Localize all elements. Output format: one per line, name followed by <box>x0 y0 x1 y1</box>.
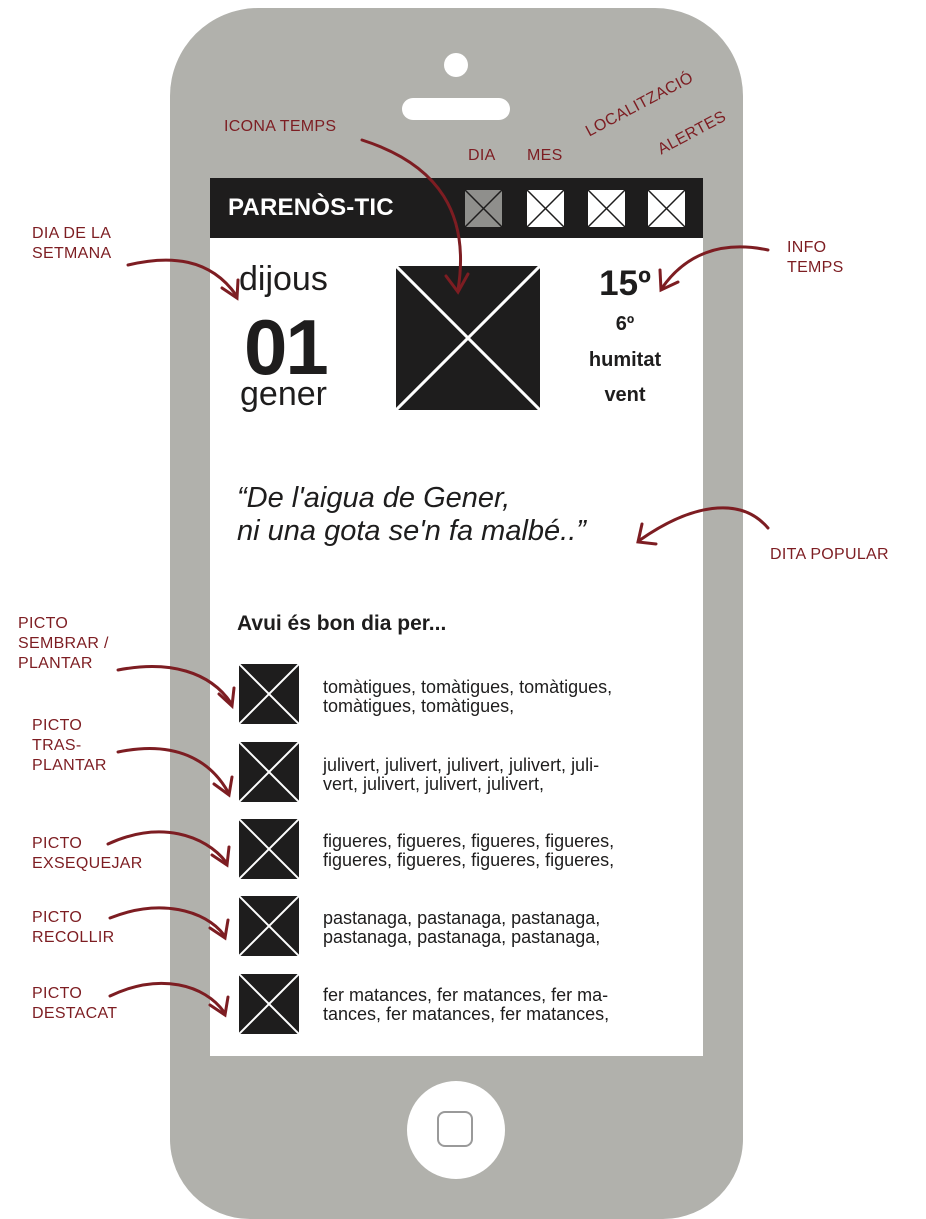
trasplantar-icon[interactable] <box>238 741 300 803</box>
annotation-picto-sembrar: PICTO SEMBRAR / PLANTAR <box>18 614 109 674</box>
list-item: figueres, figueres, figueres, figueres, … <box>323 832 693 870</box>
annotation-line: EXSEQUEJAR <box>32 855 143 872</box>
list-item: tomàtigues, tomàtigues, tomàtigues, tomà… <box>323 678 693 716</box>
placeholder-x-icon <box>525 188 566 229</box>
annotation-info-temps: INFO TEMPS <box>787 238 844 278</box>
list-item-line: julivert, julivert, julivert, julivert, … <box>323 755 600 775</box>
recollir-icon[interactable] <box>238 895 300 957</box>
list-item-line: tomàtigues, tomàtigues, tomàtigues, <box>323 677 613 697</box>
list-item: fer matances, fer matances, fer ma- tanc… <box>323 986 693 1024</box>
weekday-label: dijous <box>239 260 328 298</box>
annotation-picto-trasplantar: PICTO TRAS- PLANTAR <box>32 716 107 776</box>
localitzacio-button[interactable] <box>586 188 627 229</box>
list-item: julivert, julivert, julivert, julivert, … <box>323 756 693 794</box>
list-item-line: figueres, figueres, figueres, figueres, <box>323 850 615 870</box>
annotation-icona-temps: ICONA TEMPS <box>224 118 337 135</box>
placeholder-x-icon <box>463 188 504 229</box>
month-label: gener <box>240 375 327 413</box>
sembrar-plantar-icon[interactable] <box>238 663 300 725</box>
annotation-dia-setmana: DIA DE LA SETMANA <box>32 224 111 264</box>
temperature-min: 6º <box>615 313 635 335</box>
list-item-line: vert, julivert, julivert, julivert, <box>323 774 545 794</box>
annotation-line: PICTO <box>32 909 83 926</box>
annotation-line: SETMANA <box>32 245 112 262</box>
list-item: pastanaga, pastanaga, pastanaga, pastana… <box>323 909 693 947</box>
annotation-dia: DIA <box>468 147 496 164</box>
wind-label: vent <box>604 384 646 406</box>
destacat-icon[interactable] <box>238 973 300 1035</box>
annotation-mes: MES <box>527 147 563 164</box>
saying-line-2: ni una gota se'n fa malbé..” <box>237 515 586 547</box>
placeholder-x-icon <box>646 188 687 229</box>
annotation-picto-exsequejar: PICTO EXSEQUEJAR <box>32 834 143 874</box>
dia-button[interactable] <box>463 188 504 229</box>
annotation-line: TEMPS <box>787 259 844 276</box>
annotation-line: SEMBRAR / <box>18 635 109 652</box>
annotation-line: PLANTAR <box>18 655 93 672</box>
annotation-picto-destacat: PICTO DESTACAT <box>32 984 117 1024</box>
saying-line-1: “De l'aigua de Gener, <box>237 482 511 514</box>
annotation-line: PICTO <box>32 835 83 852</box>
mes-button[interactable] <box>525 188 566 229</box>
annotation-line: TRAS- <box>32 737 82 754</box>
annotation-dita-popular: DITA POPULAR <box>770 546 889 563</box>
weather-placeholder-icon[interactable] <box>394 264 542 412</box>
front-camera <box>444 53 468 77</box>
today-heading: Avui és bon dia per... <box>237 612 447 635</box>
humidity-label: humitat <box>588 349 662 371</box>
annotation-line: DIA DE LA <box>32 225 112 242</box>
list-item-line: tances, fer matances, fer matances, <box>323 1004 610 1024</box>
annotation-picto-recollir: PICTO RECOLLIR <box>32 908 114 948</box>
annotation-line: PICTO <box>32 985 83 1002</box>
annotation-line: PICTO <box>32 717 83 734</box>
annotation-line: INFO <box>787 239 827 256</box>
alertes-button[interactable] <box>646 188 687 229</box>
list-item-line: tomàtigues, tomàtigues, <box>323 696 515 716</box>
annotation-line: PICTO <box>18 615 69 632</box>
earpiece-speaker <box>402 98 510 120</box>
list-item-line: pastanaga, pastanaga, pastanaga, <box>323 908 601 928</box>
annotation-line: RECOLLIR <box>32 929 115 946</box>
temperature-max: 15º <box>599 264 651 303</box>
home-button-square-icon <box>437 1111 473 1147</box>
app-title: PARENÒS-TIC <box>228 194 394 221</box>
list-item-line: figueres, figueres, figueres, figueres, <box>323 831 615 851</box>
annotation-line: PLANTAR <box>32 757 107 774</box>
annotation-line: DESTACAT <box>32 1005 118 1022</box>
exsequejar-icon[interactable] <box>238 818 300 880</box>
placeholder-x-icon <box>586 188 627 229</box>
app-screen: PARENÒS-TIC dijous 01 gener 15º 6º humit… <box>210 178 703 1056</box>
app-header: PARENÒS-TIC <box>210 178 703 238</box>
popular-saying: “De l'aigua de Gener, ni una gota se'n f… <box>237 482 697 548</box>
list-item-line: pastanaga, pastanaga, pastanaga, <box>323 927 601 947</box>
list-item-line: fer matances, fer matances, fer ma- <box>323 985 609 1005</box>
